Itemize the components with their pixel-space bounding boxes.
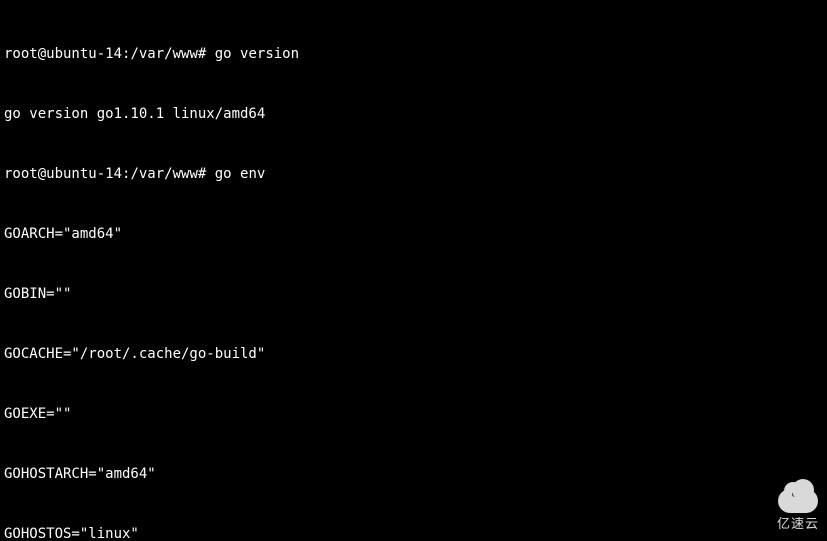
prompt-user-host: root@ubuntu-14 (4, 46, 122, 62)
prompt-hash: # (198, 46, 215, 62)
prompt-path: /var/www (130, 46, 197, 62)
env-line: GOCACHE="/root/.cache/go-build" (4, 344, 823, 364)
command-text: go env (215, 166, 266, 182)
prompt-line-2: root@ubuntu-14:/var/www# go env (4, 164, 823, 184)
prompt-path: /var/www (130, 166, 197, 182)
prompt-user-host: root@ubuntu-14 (4, 166, 122, 182)
env-line: GOARCH="amd64" (4, 224, 823, 244)
watermark: 亿速云 (777, 489, 819, 535)
prompt-hash: # (198, 166, 215, 182)
prompt-line-1: root@ubuntu-14:/var/www# go version (4, 44, 823, 64)
env-line: GOHOSTOS="linux" (4, 524, 823, 541)
output-line: go version go1.10.1 linux/amd64 (4, 104, 823, 124)
terminal-output[interactable]: root@ubuntu-14:/var/www# go version go v… (0, 0, 827, 541)
command-text: go version (215, 46, 299, 62)
env-line: GOEXE="" (4, 404, 823, 424)
env-line: GOHOSTARCH="amd64" (4, 464, 823, 484)
cloud-icon (778, 489, 818, 513)
env-line: GOBIN="" (4, 284, 823, 304)
watermark-text: 亿速云 (777, 515, 819, 535)
